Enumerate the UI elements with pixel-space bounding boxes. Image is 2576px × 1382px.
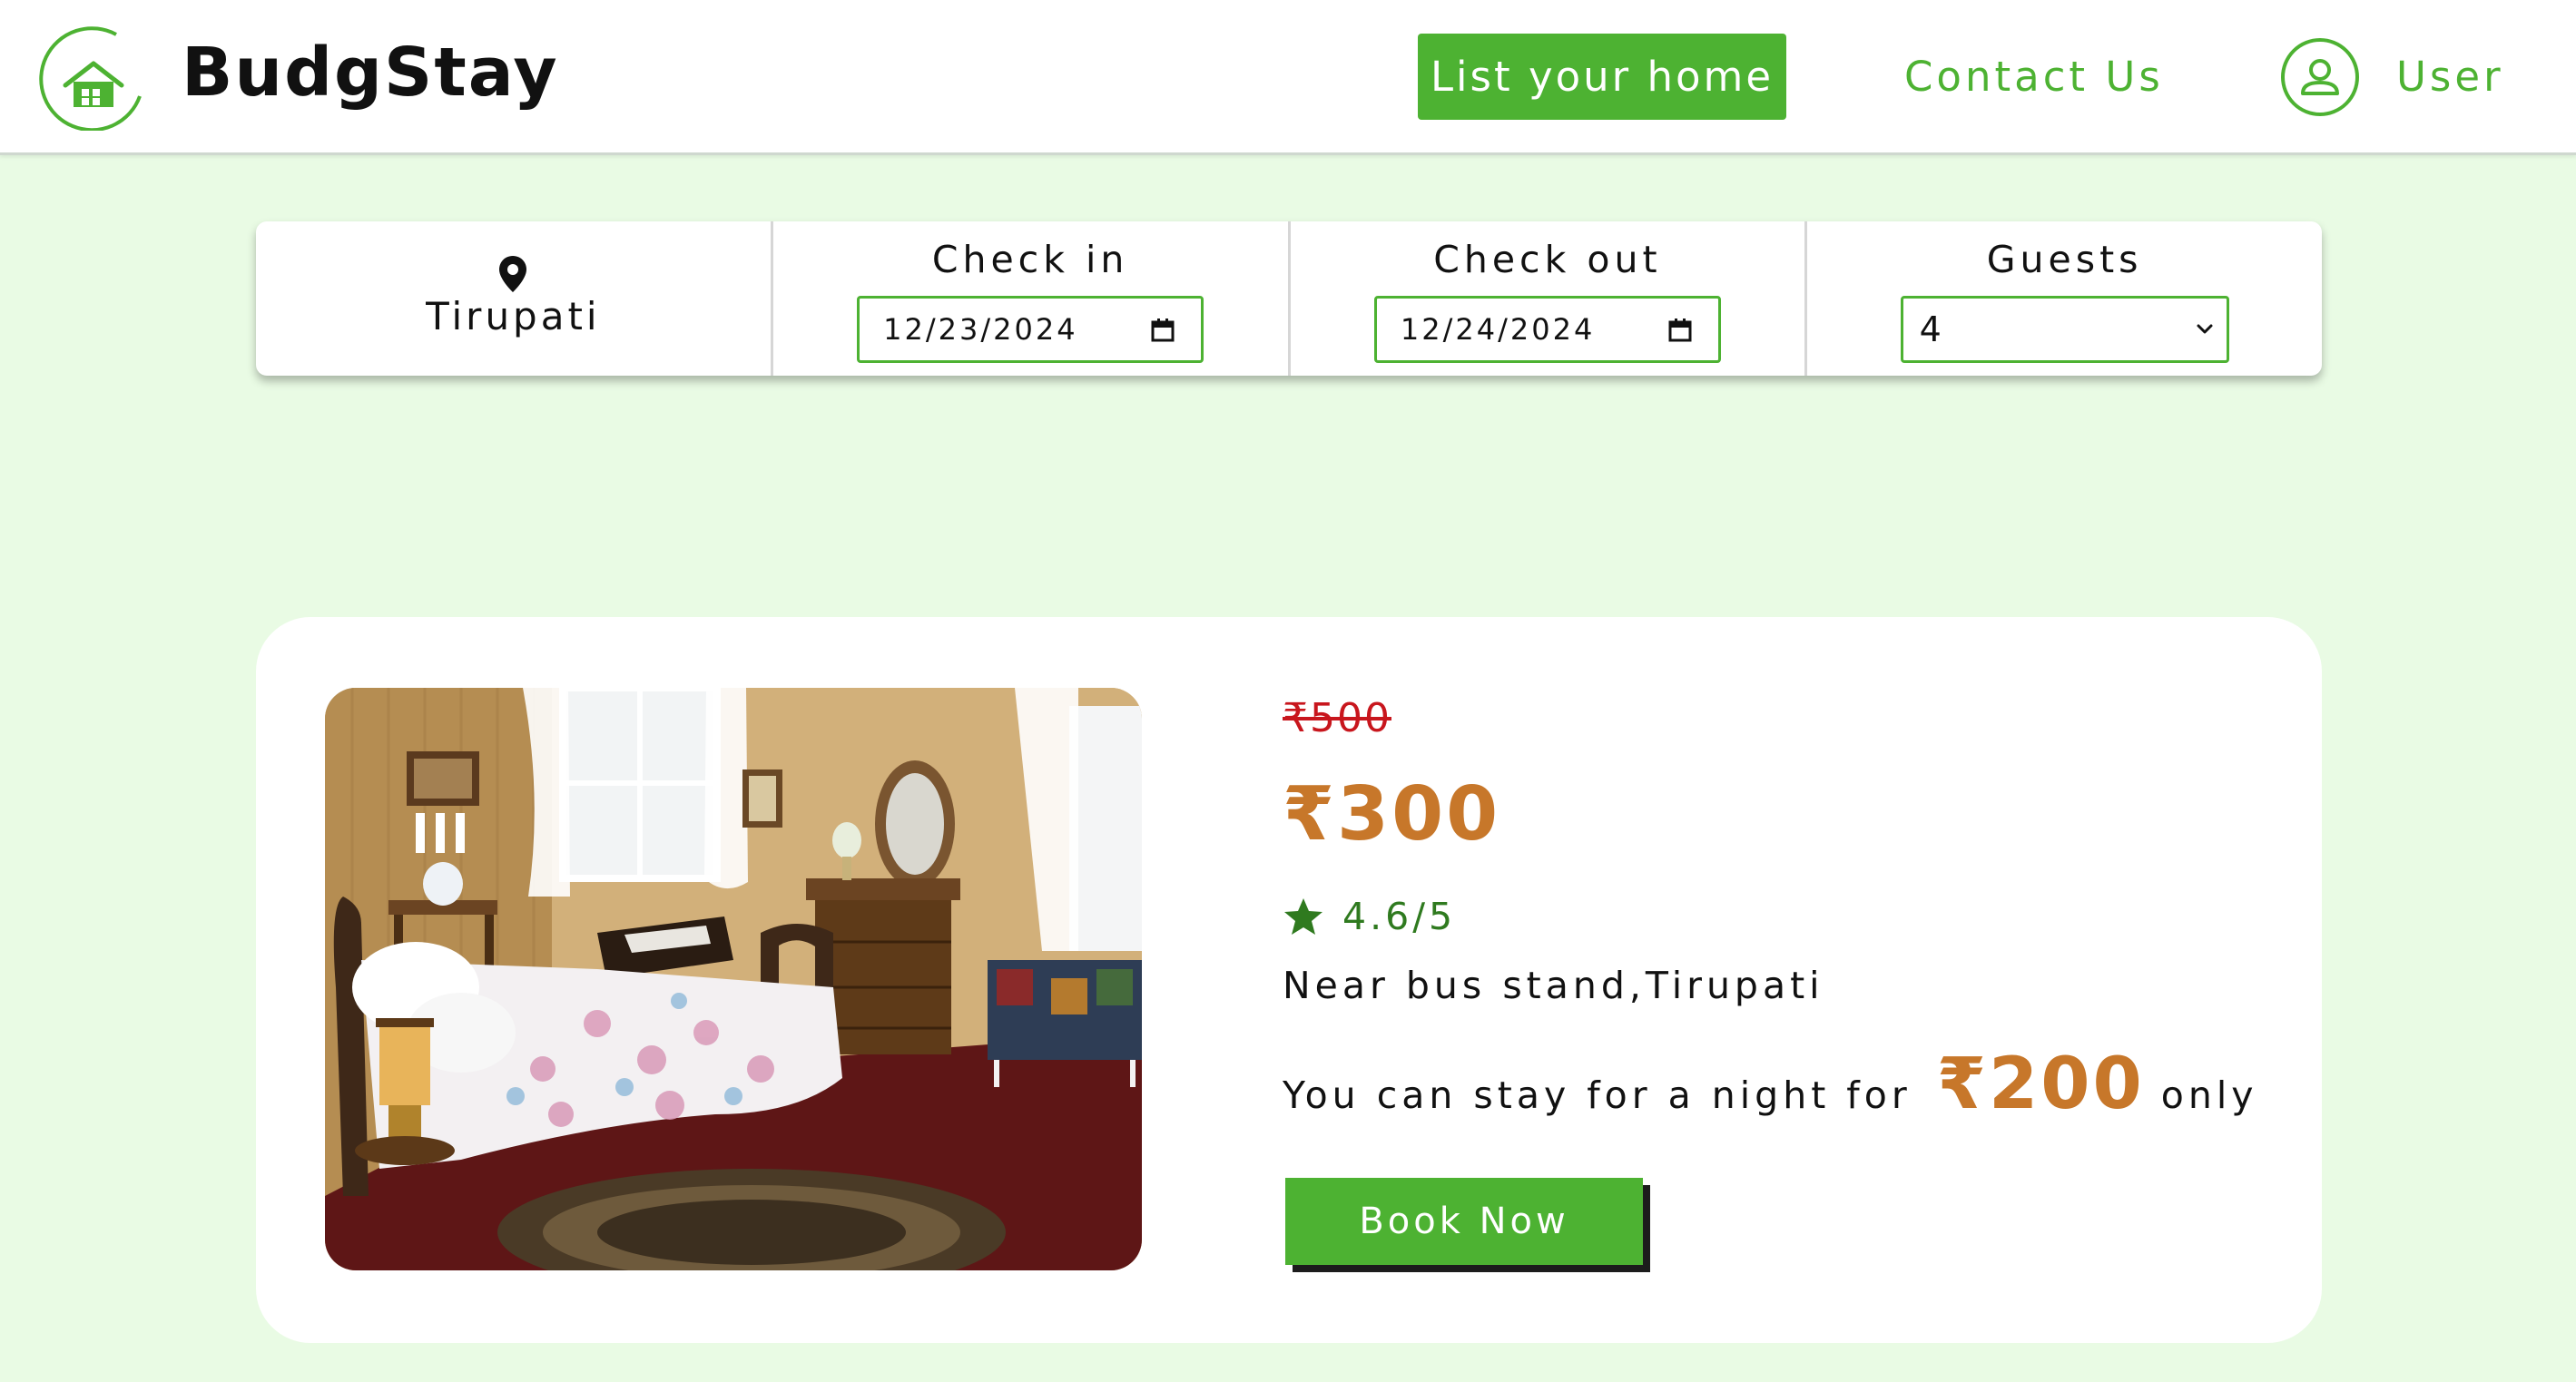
listing-card: ₹500 ₹300 4.6/5 Near bus stand,Tirupati … [256, 617, 2322, 1343]
book-now-button[interactable]: Book Now [1285, 1178, 1643, 1265]
current-price: ₹300 [1283, 771, 1501, 858]
rating-value: 4.6/5 [1342, 895, 1457, 938]
location-pin-icon [499, 256, 527, 292]
star-icon [1284, 898, 1322, 935]
house-logo-icon[interactable] [38, 24, 149, 131]
original-price: ₹500 [1283, 695, 1391, 741]
calendar-icon[interactable] [1150, 318, 1175, 343]
check-in-cell: Check in 12/23/2024 [773, 221, 1291, 376]
guests-select[interactable]: 4 [1900, 296, 2229, 363]
location-field[interactable]: Tirupati [256, 221, 773, 376]
check-out-date-input[interactable]: 12/24/2024 [1373, 296, 1721, 363]
bedroom-image [325, 688, 1142, 1270]
check-in-date-input[interactable]: 12/23/2024 [857, 296, 1204, 363]
search-bar: Tirupati Check in 12/23/2024 Check out 1… [256, 221, 2322, 376]
promo-offer: You can stay for a night for ₹200 only [1283, 1044, 2258, 1143]
check-in-date-value: 12/23/2024 [883, 312, 1078, 347]
contact-us-link[interactable]: Contact Us [1904, 34, 2164, 120]
promo-suffix-text: only [2160, 1073, 2258, 1117]
check-in-label: Check in [931, 238, 1129, 281]
location-value: Tirupati [426, 294, 601, 338]
top-navbar: BudgStay List your home Contact Us User [0, 0, 2576, 155]
chevron-down-icon [2197, 324, 2213, 334]
check-out-label: Check out [1433, 238, 1662, 281]
guests-cell: Guests 4 [1807, 221, 2322, 376]
list-your-home-button[interactable]: List your home [1418, 34, 1786, 120]
check-out-cell: Check out 12/24/2024 [1291, 221, 1808, 376]
user-menu-label[interactable]: User [2396, 34, 2504, 120]
listing-location: Near bus stand,Tirupati [1283, 964, 1824, 1007]
guests-value: 4 [1919, 309, 1942, 349]
promo-price: ₹200 [1936, 1044, 2145, 1125]
promo-prefix-text: You can stay for a night for [1283, 1073, 1912, 1117]
room-photo[interactable] [325, 688, 1142, 1270]
check-out-date-value: 12/24/2024 [1400, 312, 1596, 347]
rating: 4.6/5 [1283, 889, 1456, 944]
calendar-icon[interactable] [1667, 318, 1693, 343]
brand-name[interactable]: BudgStay [182, 27, 559, 118]
guests-label: Guests [1986, 238, 2143, 281]
user-icon[interactable] [2280, 37, 2360, 117]
